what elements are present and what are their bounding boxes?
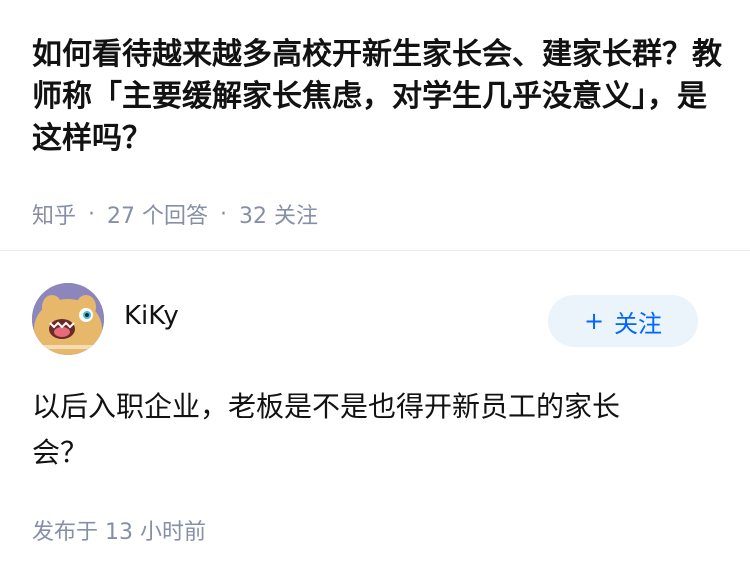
source-label[interactable]: 知乎 bbox=[32, 198, 76, 230]
meta-separator: · bbox=[88, 201, 96, 227]
page: 如何看待越来越多高校开新生家长会、建家长群？教师称「主要缓解家长焦虑，对学生几乎… bbox=[0, 0, 750, 582]
answer-count[interactable]: 27 个回答 bbox=[107, 198, 208, 230]
answer-content[interactable]: 以后入职企业，老板是不是也得开新员工的家长会？ bbox=[32, 384, 672, 476]
plus-icon: + bbox=[583, 307, 605, 335]
follow-label: 关注 bbox=[614, 309, 663, 338]
avatar[interactable] bbox=[32, 283, 104, 355]
avatar-image bbox=[32, 283, 104, 355]
question-header: 如何看待越来越多高校开新生家长会、建家长群？教师称「主要缓解家长焦虑，对学生几乎… bbox=[32, 34, 722, 160]
author-row: KiKy + 关注 bbox=[32, 283, 718, 355]
follow-button[interactable]: + 关注 bbox=[548, 295, 698, 347]
publish-time: 发布于 13 小时前 bbox=[32, 520, 206, 545]
divider bbox=[0, 250, 750, 251]
meta-separator: · bbox=[220, 201, 228, 227]
question-title[interactable]: 如何看待越来越多高校开新生家长会、建家长群？教师称「主要缓解家长焦虑，对学生几乎… bbox=[32, 34, 722, 160]
question-meta: 知乎 · 27 个回答 · 32 关注 bbox=[32, 198, 318, 230]
author-name[interactable]: KiKy bbox=[124, 301, 179, 331]
follower-count[interactable]: 32 关注 bbox=[239, 198, 318, 230]
